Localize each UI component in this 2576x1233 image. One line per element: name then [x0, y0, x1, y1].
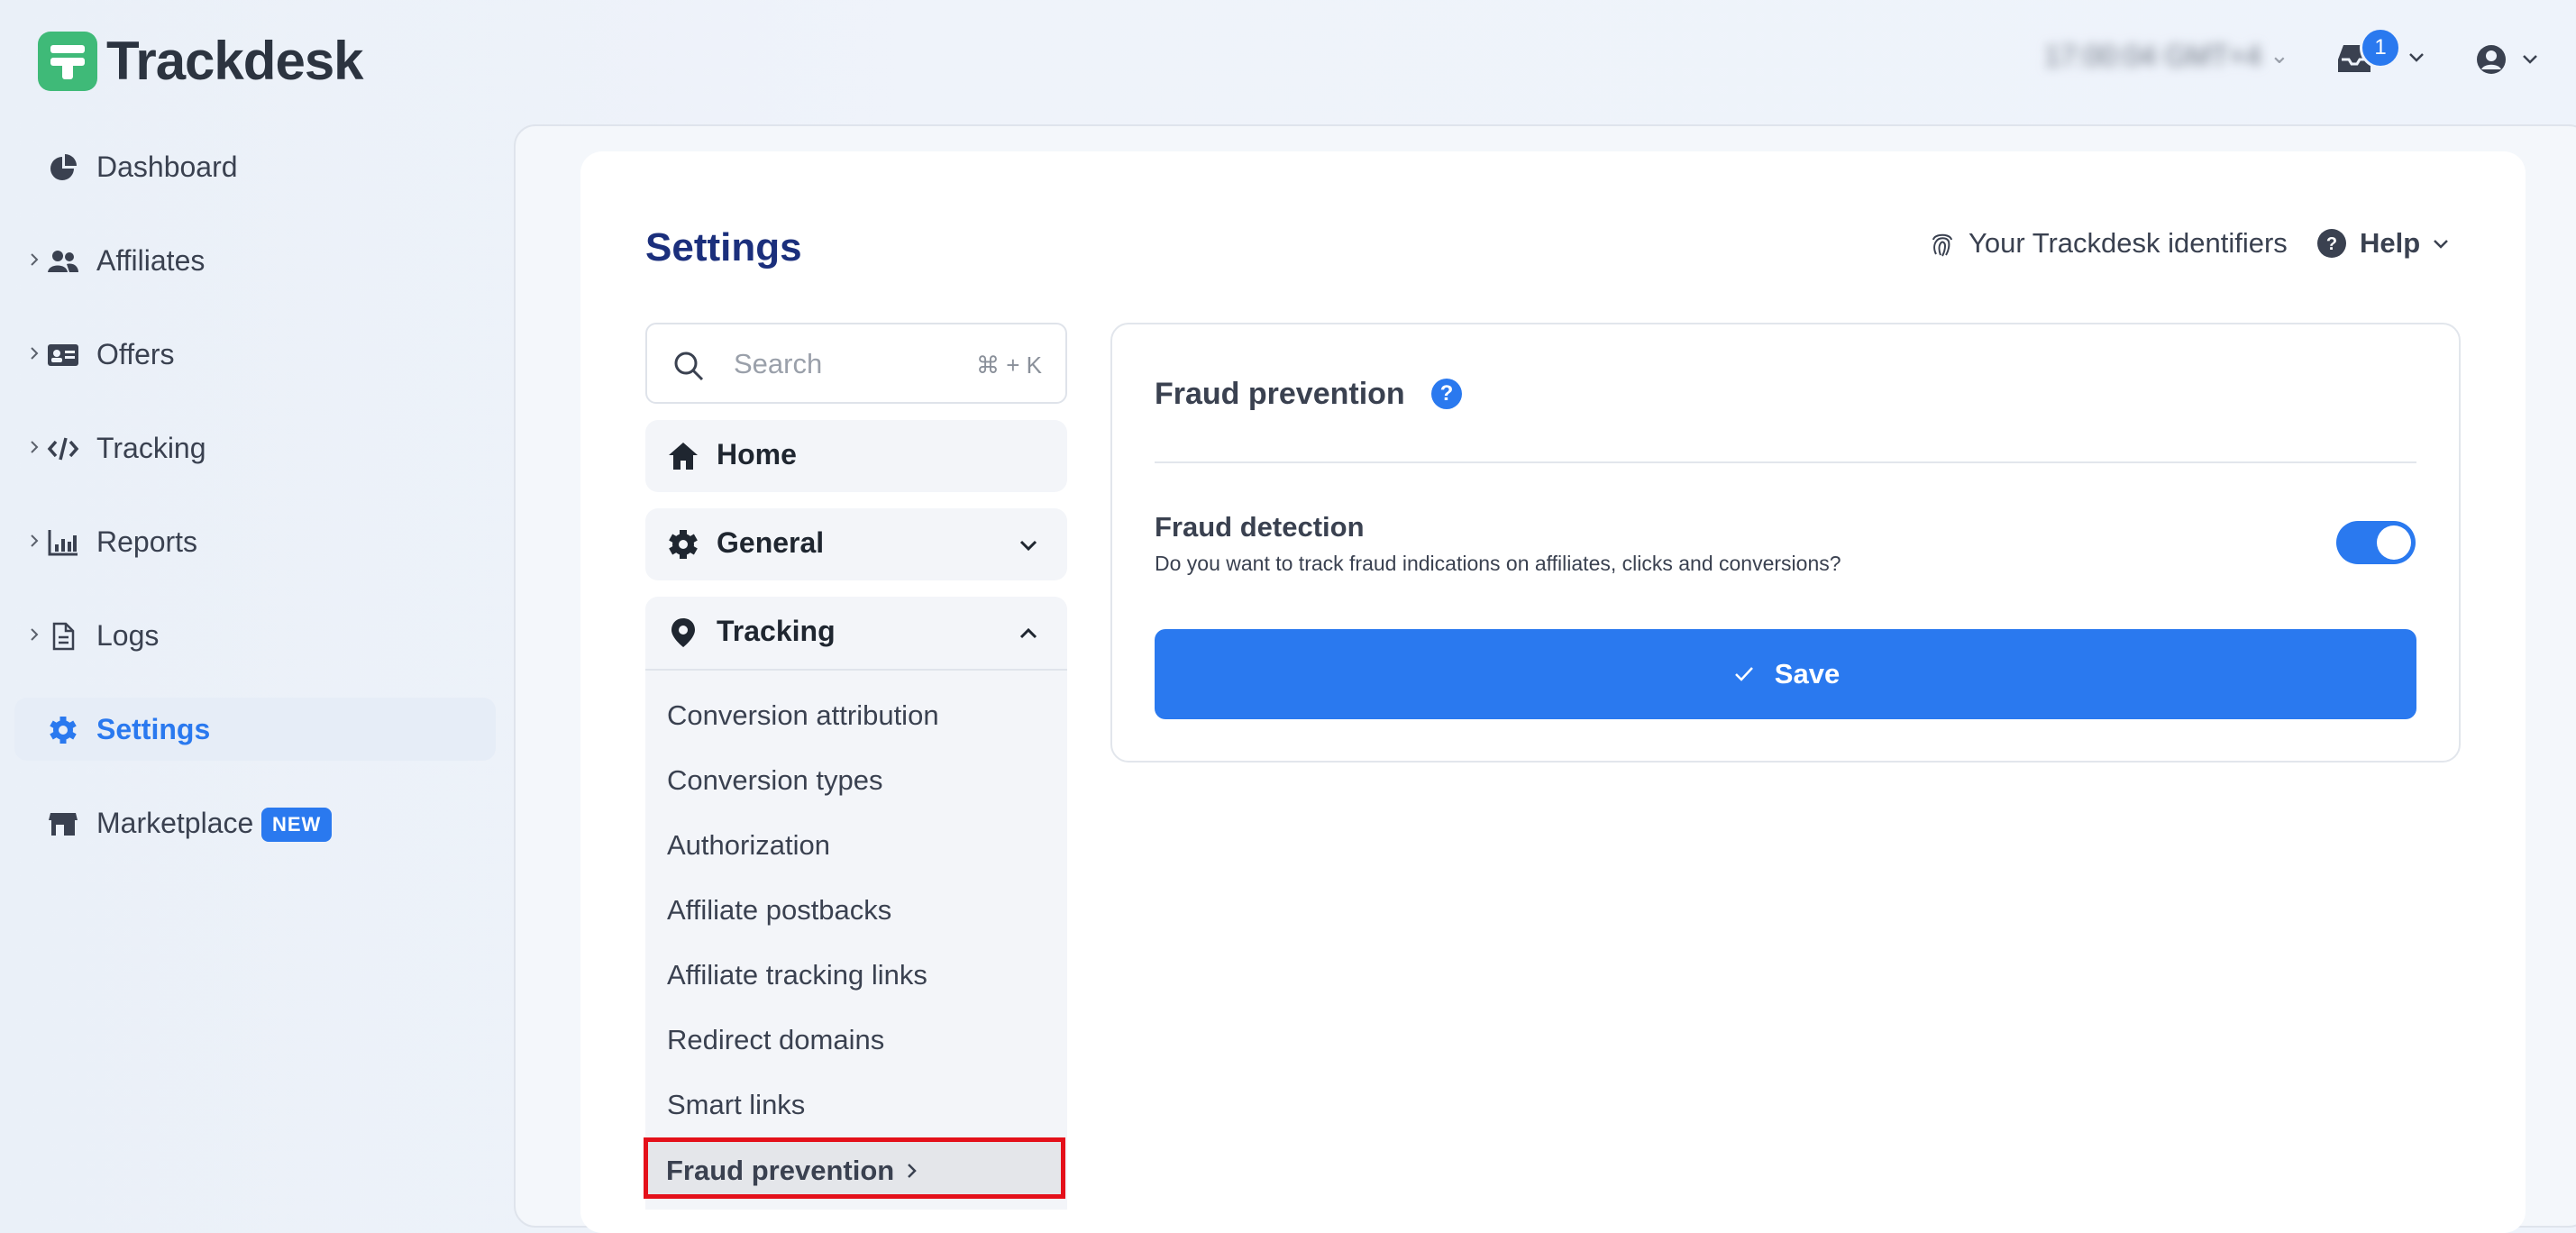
settings-submenu-conversion-attribution[interactable]: Conversion attribution: [667, 699, 939, 732]
chevron-down-icon[interactable]: [2520, 49, 2540, 68]
question-circle-icon: ?: [2317, 229, 2346, 258]
search-shortcut: ⌘ + K: [976, 352, 1042, 379]
bar-chart-icon: [48, 530, 78, 556]
page-title: Settings: [645, 225, 802, 269]
trackdesk-identifiers-link[interactable]: Your Trackdesk identifiers: [1929, 227, 2288, 260]
identifiers-label: Your Trackdesk identifiers: [1969, 227, 2288, 259]
users-icon: [48, 251, 78, 272]
user-avatar-icon[interactable]: [2475, 43, 2507, 76]
menu-label: General: [717, 526, 825, 559]
brand-name: Trackdesk: [106, 31, 364, 91]
save-button[interactable]: Save: [1155, 629, 2416, 719]
sidebar-item-label: Reports: [96, 525, 198, 558]
notification-badge: 1: [2360, 27, 2401, 68]
id-card-icon: [48, 344, 78, 366]
chevron-up-icon: [1019, 627, 1037, 639]
trackdesk-logo-icon: [38, 31, 97, 91]
document-icon: [52, 622, 75, 651]
sidebar-item-label: Logs: [96, 618, 160, 652]
card-title: Fraud prevention: [1155, 377, 1405, 411]
clock-display[interactable]: 17:00:04 GMT+4: [2044, 40, 2261, 73]
sidebar-item-dashboard[interactable]: Dashboard: [0, 135, 496, 198]
settings-menu-home[interactable]: Home: [645, 420, 1067, 492]
menu-label: Home: [717, 438, 797, 470]
sidebar-item-label: Dashboard: [96, 150, 238, 183]
submenu-label: Fraud prevention: [666, 1155, 895, 1186]
settings-submenu-redirect-domains[interactable]: Redirect domains: [667, 1024, 884, 1056]
gear-icon: [50, 717, 77, 744]
sidebar-item-tracking[interactable]: Tracking: [0, 416, 496, 480]
svg-text:?: ?: [2326, 234, 2337, 254]
chevron-right-icon[interactable]: [27, 532, 41, 550]
chevron-right-icon[interactable]: [27, 626, 41, 644]
gear-icon: [669, 530, 698, 559]
sidebar-item-reports[interactable]: Reports: [0, 510, 496, 573]
settings-menu-general[interactable]: General: [645, 508, 1067, 580]
settings-search-input[interactable]: Search ⌘ + K: [645, 323, 1067, 404]
toggle-knob: [2377, 525, 2411, 560]
trackdesk-logo[interactable]: Trackdesk: [38, 30, 364, 92]
sidebar-item-label: Offers: [96, 337, 175, 370]
divider: [1155, 461, 2416, 463]
help-label: Help: [2360, 227, 2421, 259]
settings-menu-tracking[interactable]: Tracking: [645, 597, 1067, 669]
sidebar-item-marketplace[interactable]: Marketplace NEW: [0, 791, 496, 854]
checkmark-icon: [1734, 667, 1753, 681]
help-menu-button[interactable]: ? Help: [2316, 227, 2453, 260]
chevron-down-icon: [1019, 540, 1037, 552]
pie-chart-icon: [50, 154, 77, 180]
settings-submenu-fraud-prevention[interactable]: Fraud prevention: [644, 1137, 1065, 1199]
sidebar-item-label: Marketplace: [96, 806, 254, 839]
fraud-detection-description: Do you want to track fraud indications o…: [1155, 552, 1841, 575]
chevron-right-icon: [908, 1164, 917, 1178]
sidebar-item-offers[interactable]: Offers: [0, 323, 496, 386]
location-pin-icon: [671, 618, 695, 647]
chevron-right-icon[interactable]: [27, 251, 41, 269]
chevron-down-icon: [2434, 240, 2449, 249]
settings-submenu-smart-links[interactable]: Smart links: [667, 1089, 805, 1121]
home-icon: [669, 443, 698, 470]
chevron-right-icon[interactable]: [27, 438, 41, 456]
settings-submenu-affiliate-postbacks[interactable]: Affiliate postbacks: [667, 894, 891, 927]
sidebar-item-label: Tracking: [96, 431, 206, 464]
code-icon: [47, 437, 79, 461]
sidebar-item-affiliates[interactable]: Affiliates: [0, 229, 496, 292]
sidebar-item-settings[interactable]: Settings: [14, 698, 496, 761]
chevron-right-icon[interactable]: [27, 344, 41, 362]
save-label: Save: [1774, 658, 1841, 690]
search-placeholder: Search: [734, 348, 823, 379]
question-help-icon[interactable]: ?: [1431, 379, 1462, 409]
sidebar-item-label: Settings: [96, 712, 211, 745]
store-icon: [49, 813, 78, 836]
fingerprint-icon: [1932, 233, 1952, 257]
fraud-detection-toggle[interactable]: [2336, 521, 2416, 564]
settings-submenu-affiliate-tracking-links[interactable]: Affiliate tracking links: [667, 959, 927, 991]
sidebar-item-logs[interactable]: Logs: [0, 604, 496, 667]
settings-submenu-conversion-types[interactable]: Conversion types: [667, 764, 883, 797]
new-badge: NEW: [261, 808, 333, 842]
search-icon: [674, 352, 704, 381]
sidebar-item-label: Affiliates: [96, 243, 206, 277]
chevron-down-icon[interactable]: [2407, 47, 2426, 67]
settings-submenu-authorization[interactable]: Authorization: [667, 829, 830, 862]
fraud-detection-label: Fraud detection: [1155, 511, 1365, 543]
chevron-down-icon[interactable]: ⌄: [2270, 41, 2289, 69]
menu-label: Tracking: [717, 615, 836, 647]
